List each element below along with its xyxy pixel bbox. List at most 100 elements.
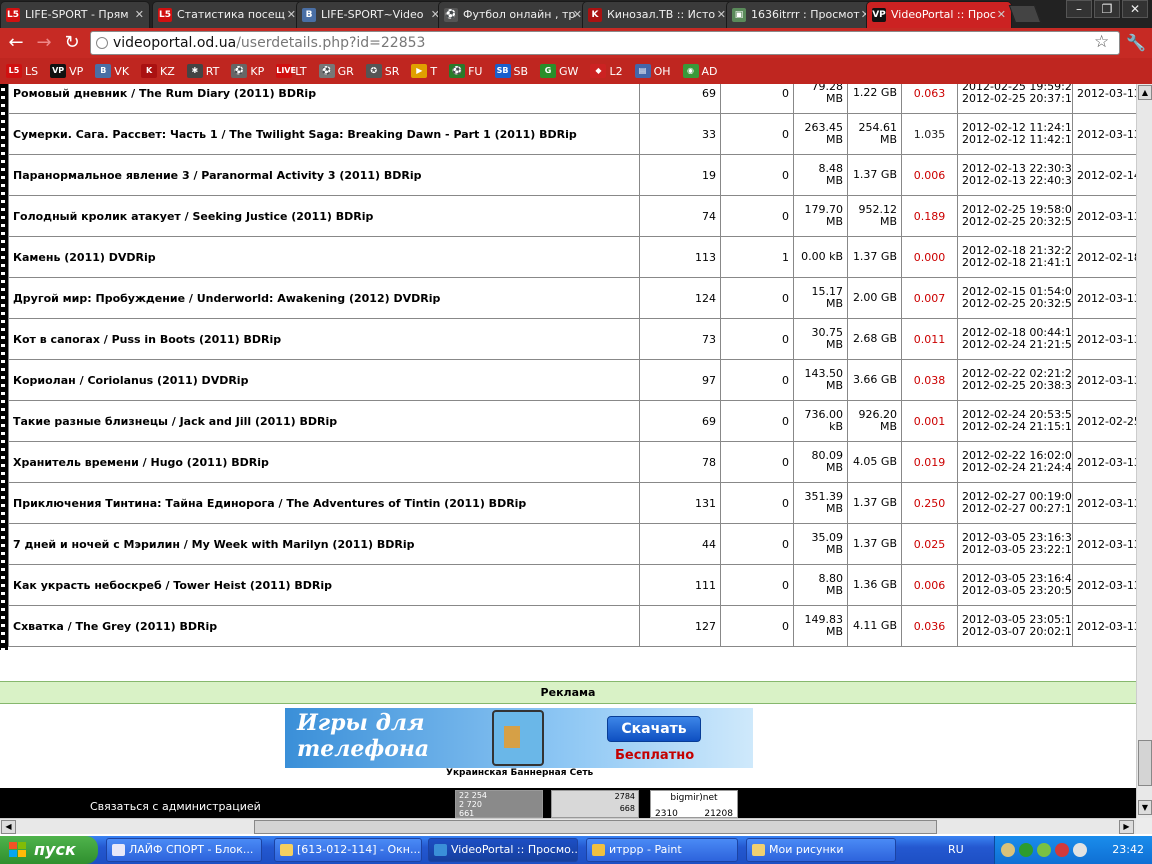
bookmark-item[interactable]: В VK [95,64,129,78]
downloaded-cell: 2.00 GB [847,277,902,319]
bookmark-item[interactable]: SB SB [494,64,528,78]
scroll-left-icon[interactable]: ◀ [1,820,16,834]
start-label: пуск [34,840,76,859]
tray-icon-person[interactable] [1001,843,1015,857]
bookmark-item[interactable]: ⚽ FU [449,64,483,78]
minimize-button[interactable]: – [1066,0,1092,18]
tab-close-icon[interactable]: ✕ [287,2,296,27]
vertical-scrollbar[interactable]: ▲ ▼ [1136,84,1152,818]
taskbar-window-button[interactable]: VideoPortal :: Просмо... [428,838,578,862]
close-window-button[interactable]: ✕ [1122,0,1148,18]
address-bar[interactable]: videoportal.od.ua/userdetails.php?id=228… [90,31,1120,55]
banner-network-caption[interactable]: Украинская Баннерная Сеть [446,768,593,778]
ratio-cell: 0.000 [901,236,958,278]
table-row: Кориолан / Coriolanus (2011) DVDRip 97 0 14… [8,359,1136,401]
wrench-menu-icon[interactable]: 🔧 [1126,33,1146,53]
film-name-link[interactable]: 7 дней и ночей с Мэрилин / My Week with … [8,523,640,565]
finished-time: 2012-02-13 22:40:31 [962,174,1073,187]
language-indicator[interactable]: RU [948,843,964,856]
bookmark-item[interactable]: LIVE LT [276,64,307,78]
bookmark-item[interactable]: ▤ OH [634,64,671,78]
finished-time: 2012-03-07 20:02:14 [962,625,1073,638]
stats-counter-2[interactable]: 2784 668 [551,790,639,818]
browser-tab[interactable]: L5 LIFE-SPORT - Прям ✕ [0,1,150,28]
film-name-link[interactable]: Схватка / The Grey (2011) BDRip [8,605,640,647]
taskbar-window-button[interactable]: Мои рисунки [746,838,896,862]
uploaded-cell: 0.00 kB [793,236,848,278]
tab-close-icon[interactable]: ✕ [573,2,582,27]
film-name-link[interactable]: Камень (2011) DVDRip [8,236,640,278]
taskbar-window-button[interactable]: [613-012-114] - Окн... [274,838,422,862]
forward-button[interactable]: → [33,33,55,53]
contact-admin-link[interactable]: Связаться с администрацией [90,800,261,813]
film-name-link[interactable]: Приключения Тинтина: Тайна Единорога / T… [8,482,640,524]
film-name-link[interactable]: Другой мир: Пробуждение / Underworld: Aw… [8,277,640,319]
tray-icon-volume[interactable] [1073,843,1087,857]
tab-close-icon[interactable]: ✕ [135,2,144,27]
bookmark-item[interactable]: ✱ RT [186,64,219,78]
scroll-right-icon[interactable]: ▶ [1119,820,1134,834]
last-seen-cell: 2012-03-13 [1072,277,1136,319]
film-name-link[interactable]: Такие разные близнецы / Jack and Jill (2… [8,400,640,442]
film-name-link[interactable]: Как украсть небоскреб / Tower Heist (201… [8,564,640,606]
seeders-cell: 74 [639,195,721,237]
horizontal-scroll-thumb[interactable] [254,820,937,834]
bookmark-item[interactable]: ✪ SR [365,64,399,78]
bookmark-item[interactable]: K KZ [141,64,175,78]
bookmark-item[interactable]: ▶ T [411,64,437,78]
finished-time: 2012-02-24 21:15:15 [962,420,1073,433]
dates-cell: 2012-02-22 02:21:20 2012-02-25 20:38:35 [957,359,1073,401]
bookmarks-bar: L5 LS VP VP В VK K KZ ✱ RT ⚽ KP LIVE LT ⚽ GR ✪ SR ▶ T ⚽ FU SB S… [0,58,1152,84]
bookmark-star-icon[interactable]: ☆ [1094,32,1109,52]
tab-close-icon[interactable]: ✕ [717,2,726,27]
taskbar-window-button[interactable]: ЛАЙФ СПОРТ - Блок... [106,838,262,862]
tab-close-icon[interactable]: ✕ [997,2,1006,27]
horizontal-scrollbar[interactable]: ◀ ▶ [0,818,1136,834]
scroll-down-icon[interactable]: ▼ [1138,800,1152,815]
bookmark-favicon-icon: G [540,64,557,78]
downloaded-cell: 926.20 MB [847,400,902,442]
browser-tab[interactable]: VP VideoPortal :: Прос ✕ [866,1,1012,28]
new-tab-button[interactable] [1008,5,1042,23]
scroll-up-icon[interactable]: ▲ [1138,85,1152,100]
bookmark-item[interactable]: VP VP [50,64,83,78]
film-name-link[interactable]: Голодный кролик атакует / Seeking Justic… [8,195,640,237]
film-name-link[interactable]: Сумерки. Сага. Рассвет: Часть 1 / The Tw… [8,113,640,155]
browser-tab[interactable]: ▣1636itrrr : Просмот✕ [726,1,876,28]
vertical-scroll-thumb[interactable] [1138,740,1152,786]
download-button[interactable]: Скачать [607,716,701,742]
reload-button[interactable]: ↻ [61,33,83,53]
ad-banner[interactable]: Игры для телефона Скачать Бесплатно [285,708,753,768]
back-button[interactable]: ← [5,33,27,53]
tray-icon-utorrent[interactable] [1019,843,1033,857]
browser-tab[interactable]: В LIFE-SPORT~Video ✕ [296,1,446,28]
bigmir-counter[interactable]: bigmir)net 2310 21208 [650,790,738,818]
film-name-link[interactable]: Кориолан / Coriolanus (2011) DVDRip [8,359,640,401]
leechers-cell: 0 [720,400,794,442]
film-strip-decoration [0,84,8,651]
film-name-link[interactable]: Кот в сапогах / Puss in Boots (2011) BDR… [8,318,640,360]
last-seen-cell: 2012-03-13 [1072,84,1136,114]
tab-favicon-icon: В [302,8,316,22]
stats-counter-1[interactable]: 22 254 2 720 661 [455,790,543,818]
browser-tab[interactable]: ⚽ Футбол онлайн , тр ✕ [438,1,588,28]
browser-tab[interactable]: L5 Статистика посещ ✕ [152,1,302,28]
tray-icon-clover[interactable] [1037,843,1051,857]
bookmark-item[interactable]: ⚽ GR [318,64,354,78]
bookmark-item[interactable]: ⚽ KP [231,64,264,78]
leechers-cell: 0 [720,318,794,360]
bookmark-item[interactable]: L5 LS [6,64,38,78]
browser-tab[interactable]: K Кинозал.ТВ :: Исто ✕ [582,1,732,28]
bookmark-item[interactable]: ◆ L2 [590,64,623,78]
bookmark-item[interactable]: ◉ AD [682,64,718,78]
film-name-link[interactable]: Паранормальное явление 3 / Paranormal Ac… [8,154,640,196]
table-row: Приключения Тинтина: Тайна Единорога / T… [8,482,1136,524]
restore-button[interactable]: ❐ [1094,0,1120,18]
bookmark-item[interactable]: G GW [540,64,578,78]
tray-icon-antivirus[interactable] [1055,843,1069,857]
film-name-link[interactable]: Хранитель времени / Hugo (2011) BDRip [8,441,640,483]
downloaded-cell: 3.66 GB [847,359,902,401]
taskbar-window-button[interactable]: итррр - Paint [586,838,738,862]
start-button[interactable]: пуск [0,836,98,864]
film-name-link[interactable]: Ромовый дневник / The Rum Diary (2011) B… [8,84,640,114]
